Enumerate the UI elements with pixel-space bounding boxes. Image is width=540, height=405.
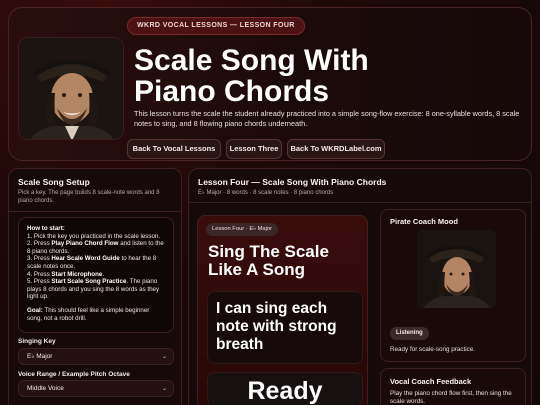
singing-key-select[interactable]: E♭ Major ⌄ (18, 348, 174, 365)
lesson-panel-title: Lesson Four — Scale Song With Piano Chor… (198, 177, 387, 187)
howto-step-5: 5. Press Start Scale Song Practice. The … (27, 278, 160, 301)
coach-mood-portrait (417, 230, 496, 308)
how-to-start-card: How to start: 1. Pick the key you practi… (18, 217, 174, 333)
lesson-four-panel: Lesson Four — Scale Song With Piano Chor… (188, 168, 532, 405)
mood-text: Ready for scale-song practice. (390, 346, 476, 353)
listening-status-badge: Listening (390, 327, 429, 340)
howto-step-4: 4. Press Start Microphone. (27, 270, 105, 278)
current-words-display: I can sing each note with strong breath (207, 291, 363, 364)
feedback-title: Vocal Coach Feedback (390, 377, 472, 386)
lesson-description: This lesson turns the scale the student … (134, 109, 520, 128)
pirate-coach-mood-card: Pirate Coach Mood Listening Ready for sc… (380, 209, 526, 362)
pirate-coach-portrait (18, 37, 124, 140)
scale-song-setup-panel: Scale Song Setup Pick a key. The page bu… (8, 168, 182, 405)
lesson-divider (189, 202, 531, 203)
chevron-down-icon: ⌄ (161, 354, 167, 360)
back-to-wkrdlabel-button[interactable]: Back To WKRDLabel.com (287, 139, 385, 159)
singing-key-label: Singing Key (18, 338, 56, 345)
voice-range-select[interactable]: Middle Voice ⌄ (18, 380, 174, 397)
song-stage: Lesson Four · E♭ Major Sing The Scale Li… (197, 215, 368, 405)
setup-title: Scale Song Setup (18, 177, 90, 187)
voice-range-value: Middle Voice (27, 385, 64, 392)
lesson-series-badge: WKRD VOCAL LESSONS — LESSON FOUR (127, 17, 305, 35)
howto-step-3: 3. Press Hear Scale Word Guide to hear t… (27, 255, 157, 270)
lesson-three-button[interactable]: Lesson Three (226, 139, 282, 159)
page-title: Scale Song With Piano Chords (134, 44, 369, 108)
howto-step-1: 1. Pick the key you practiced in the sca… (27, 232, 161, 240)
stage-title: Sing The Scale Like A Song (208, 242, 329, 279)
lesson-hero: WKRD VOCAL LESSONS — LESSON FOUR Scale S… (8, 7, 532, 161)
vocal-coach-feedback-card: Vocal Coach Feedback Play the piano chor… (380, 368, 526, 405)
singing-key-value: E♭ Major (27, 353, 53, 360)
setup-divider (9, 211, 181, 212)
mood-title: Pirate Coach Mood (390, 217, 458, 226)
chevron-down-icon: ⌄ (161, 386, 167, 392)
lesson-panel-subtitle: E♭ Major · 8 words · 8 scale notes · 8 p… (198, 190, 334, 196)
feedback-text: Play the piano chord flow first, then si… (390, 390, 512, 405)
setup-subtitle: Pick a key. The page builds 8 scale-note… (18, 190, 160, 204)
howto-step-2: 2. Press Play Piano Chord Flow and liste… (27, 240, 164, 255)
howto-heading: How to start: (27, 225, 65, 232)
stage-key-tag: Lesson Four · E♭ Major (206, 223, 279, 236)
status-display: Ready (207, 372, 363, 405)
back-to-vocal-lessons-button[interactable]: Back To Vocal Lessons (127, 139, 221, 159)
voice-range-label: Voice Range / Example Pitch Octave (18, 371, 130, 378)
howto-goal: Goal: This should feel like a simple beg… (27, 306, 150, 322)
